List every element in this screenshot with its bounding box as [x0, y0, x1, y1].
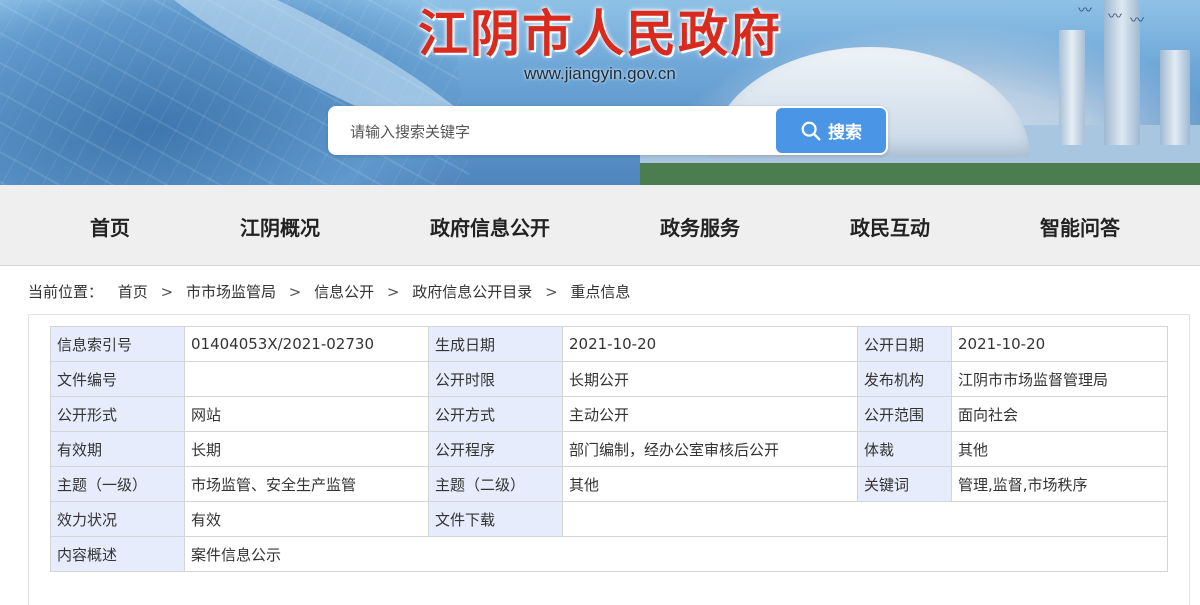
- nav-item-smart-qa[interactable]: 智能问答: [1040, 212, 1120, 241]
- info-label: 体裁: [857, 431, 952, 467]
- info-value: 其他: [562, 466, 858, 502]
- table-row: 效力状况 有效 文件下载: [50, 501, 1168, 537]
- breadcrumb-separator: >: [386, 283, 400, 301]
- breadcrumb-prefix: 当前位置：: [28, 283, 104, 301]
- info-label: 主题（二级）: [428, 466, 563, 502]
- info-value: 部门编制，经办公室审核后公开: [562, 431, 858, 467]
- info-value: 管理,监督,市场秩序: [951, 466, 1168, 502]
- breadcrumb-separator: >: [288, 283, 302, 301]
- nav-item-home[interactable]: 首页: [90, 212, 130, 241]
- info-value: 长期公开: [562, 361, 858, 397]
- info-label: 信息索引号: [50, 326, 185, 362]
- search-button-label: 搜索: [828, 123, 862, 143]
- info-label: 关键词: [857, 466, 952, 502]
- breadcrumb-item-info-disclosure[interactable]: 信息公开: [314, 281, 374, 302]
- info-value: 主动公开: [562, 396, 858, 432]
- info-label: 主题（一级）: [50, 466, 185, 502]
- breadcrumb-item-market-bureau[interactable]: 市市场监管局: [186, 281, 276, 302]
- info-label: 有效期: [50, 431, 185, 467]
- info-value: 2021-10-20: [562, 326, 858, 362]
- breadcrumb-separator: >: [160, 283, 174, 301]
- info-value: 案件信息公示: [184, 536, 1168, 572]
- table-row: 主题（一级） 市场监管、安全生产监管 主题（二级） 其他 关键词 管理,监督,市…: [50, 466, 1168, 502]
- info-value: 有效: [184, 501, 429, 537]
- search-icon: [801, 121, 821, 140]
- info-value: 网站: [184, 396, 429, 432]
- search-input[interactable]: [348, 108, 772, 155]
- info-value: 01404053X/2021-02730: [184, 326, 429, 362]
- info-label: 公开方式: [428, 396, 563, 432]
- info-label: 公开形式: [50, 396, 185, 432]
- info-value: 2021-10-20: [951, 326, 1168, 362]
- info-label: 公开时限: [428, 361, 563, 397]
- info-value: 江阴市市场监督管理局: [951, 361, 1168, 397]
- nav-item-overview[interactable]: 江阴概况: [240, 212, 320, 241]
- breadcrumb-item-home[interactable]: 首页: [118, 281, 148, 302]
- info-label: 生成日期: [428, 326, 563, 362]
- search-box: 搜索: [328, 106, 888, 155]
- table-row: 有效期 长期 公开程序 部门编制，经办公室审核后公开 体裁 其他: [50, 431, 1168, 467]
- info-value: 其他: [951, 431, 1168, 467]
- table-row: 内容概述 案件信息公示: [50, 536, 1168, 572]
- info-label: 内容概述: [50, 536, 185, 572]
- breadcrumb: 当前位置： 首页 > 市市场监管局 > 信息公开 > 政府信息公开目录 > 重点…: [28, 281, 630, 302]
- nav-item-info-disclosure[interactable]: 政府信息公开: [430, 212, 550, 241]
- info-label: 文件下载: [428, 501, 563, 537]
- info-label: 发布机构: [857, 361, 952, 397]
- nav-item-services[interactable]: 政务服务: [660, 212, 740, 241]
- info-label: 公开程序: [428, 431, 563, 467]
- search-button[interactable]: 搜索: [776, 108, 886, 153]
- table-row: 信息索引号 01404053X/2021-02730 生成日期 2021-10-…: [50, 326, 1168, 362]
- site-title[interactable]: 江阴市人民政府: [0, 2, 1200, 66]
- header-banner: 〰 〰 〰 江阴市人民政府 www.jiangyin.gov.cn 搜索: [0, 0, 1200, 185]
- main-nav: 首页 江阴概况 政府信息公开 政务服务 政民互动 智能问答: [0, 185, 1200, 266]
- info-value: 面向社会: [951, 396, 1168, 432]
- site-url[interactable]: www.jiangyin.gov.cn: [0, 64, 1200, 84]
- breadcrumb-item-catalog[interactable]: 政府信息公开目录: [412, 281, 532, 302]
- info-value: [184, 361, 429, 397]
- breadcrumb-item-key-info[interactable]: 重点信息: [570, 281, 630, 302]
- info-metadata-table: 信息索引号 01404053X/2021-02730 生成日期 2021-10-…: [50, 326, 1168, 572]
- breadcrumb-separator: >: [545, 283, 558, 301]
- nav-item-interaction[interactable]: 政民互动: [850, 212, 930, 241]
- info-label: 效力状况: [50, 501, 185, 537]
- info-label: 文件编号: [50, 361, 185, 397]
- table-row: 文件编号 公开时限 长期公开 发布机构 江阴市市场监督管理局: [50, 361, 1168, 397]
- file-download-area[interactable]: [562, 501, 1168, 537]
- info-value: 长期: [184, 431, 429, 467]
- info-value: 市场监管、安全生产监管: [184, 466, 429, 502]
- table-row: 公开形式 网站 公开方式 主动公开 公开范围 面向社会: [50, 396, 1168, 432]
- info-label: 公开日期: [857, 326, 952, 362]
- info-label: 公开范围: [857, 396, 952, 432]
